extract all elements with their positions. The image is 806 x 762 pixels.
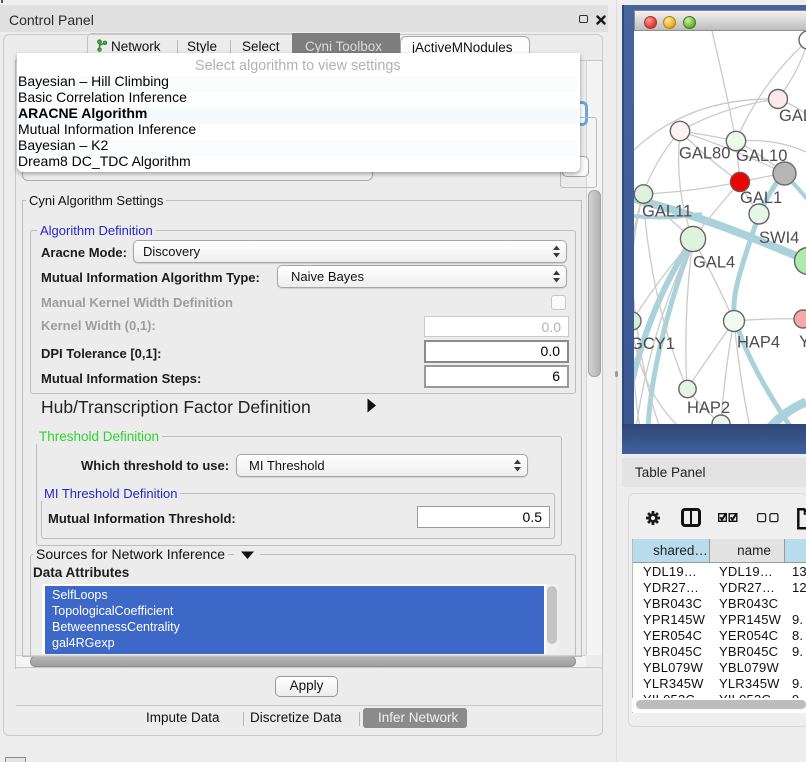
svg-text:GCY1: GCY1 [634, 335, 675, 353]
svg-text:SWI4: SWI4 [759, 229, 799, 247]
svg-text:GAL2: GAL2 [779, 107, 806, 125]
svg-text:GAL11: GAL11 [642, 203, 692, 221]
svg-text:GAL1: GAL1 [740, 189, 782, 207]
svg-text:GAL10: GAL10 [736, 147, 787, 165]
svg-text:HAP4: HAP4 [737, 334, 780, 352]
svg-text:YJ: YJ [799, 333, 806, 351]
svg-text:GAL4: GAL4 [693, 254, 735, 272]
svg-text:HAP2: HAP2 [687, 399, 730, 417]
svg-text:GAL80: GAL80 [679, 145, 730, 163]
